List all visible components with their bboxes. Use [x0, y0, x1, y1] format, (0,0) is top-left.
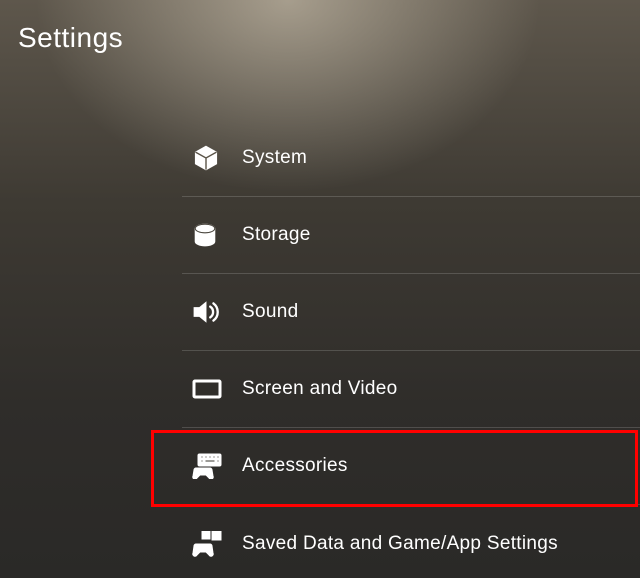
disk-icon	[192, 222, 242, 248]
settings-list: System Storage Sound Screen and	[182, 120, 640, 582]
menu-item-storage[interactable]: Storage	[182, 197, 640, 274]
menu-item-system[interactable]: System	[182, 120, 640, 197]
menu-item-label: System	[242, 147, 307, 169]
apps-controller-icon	[192, 531, 242, 557]
menu-item-screen-video[interactable]: Screen and Video	[182, 351, 640, 428]
rectangle-icon	[192, 378, 242, 400]
menu-item-label: Sound	[242, 301, 298, 323]
header: Settings	[18, 22, 123, 54]
menu-item-label: Storage	[242, 224, 311, 246]
menu-item-label: Saved Data and Game/App Settings	[242, 533, 558, 555]
speaker-icon	[192, 299, 242, 325]
menu-item-label: Screen and Video	[242, 378, 398, 400]
menu-item-label: Accessories	[242, 455, 348, 477]
cube-icon	[192, 144, 242, 172]
page-title: Settings	[18, 22, 123, 54]
menu-item-saved-data[interactable]: Saved Data and Game/App Settings	[182, 505, 640, 582]
keyboard-controller-icon	[192, 453, 242, 479]
menu-item-sound[interactable]: Sound	[182, 274, 640, 351]
menu-item-accessories[interactable]: Accessories	[182, 428, 640, 505]
